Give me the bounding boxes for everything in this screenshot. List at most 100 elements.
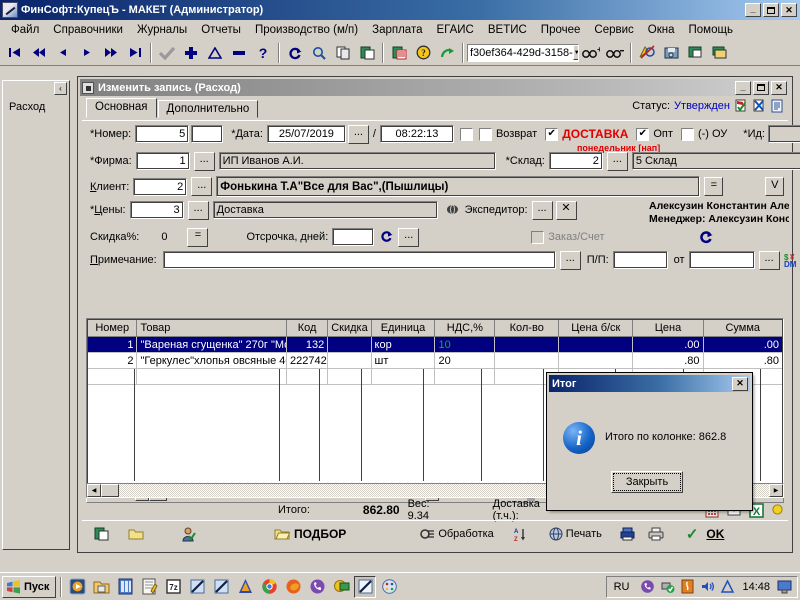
col-kod[interactable]: Код [285, 319, 329, 337]
col-edinica[interactable]: Единица [370, 319, 436, 337]
menu-item-directories[interactable]: Справочники [46, 22, 130, 38]
menu-item-file[interactable]: Файл [4, 22, 46, 38]
date-picker-button[interactable]: ... [347, 124, 369, 144]
7zip-icon[interactable]: 7z [162, 576, 184, 598]
table-row[interactable]: 1 "Вареная сгущенка" 270г "Мо 132 кор 10… [87, 336, 783, 353]
col-divider-10[interactable] [760, 369, 761, 481]
dialog-close-button[interactable]: ✕ [732, 376, 748, 391]
otsrochka-lookup-button[interactable]: ... [398, 227, 420, 247]
ou-checkbox[interactable] [680, 127, 694, 141]
person-check-icon[interactable] [182, 527, 196, 541]
table-row[interactable]: 2 "Геркулес"хлопья овсяные 40 222742 шт … [87, 352, 783, 369]
next-page-icon[interactable] [99, 42, 123, 64]
menu-item-production[interactable]: Производство (м/п) [248, 22, 365, 38]
vozvrat-checkbox[interactable] [478, 127, 492, 141]
tab-osnovnaya[interactable]: Основная [86, 98, 157, 118]
refresh-blue-icon[interactable] [699, 230, 713, 244]
minimize-button[interactable]: _ [745, 3, 761, 17]
no-search-icon[interactable] [635, 42, 659, 64]
menu-item-salary[interactable]: Зарплата [365, 22, 429, 38]
client-equals-button[interactable]: = [704, 177, 724, 196]
discount-equals-button[interactable]: = [187, 227, 209, 247]
expeditor-lookup-button[interactable]: ... [531, 200, 553, 220]
gear-list-icon[interactable] [420, 527, 435, 541]
col-cena-bsk[interactable]: Цена б/ск [558, 319, 634, 337]
media-player-icon[interactable] [66, 576, 88, 598]
paint-icon[interactable] [378, 576, 400, 598]
firm-code-input[interactable]: 1 [135, 152, 190, 170]
col-cena[interactable]: Цена [632, 319, 704, 337]
database-icon[interactable] [114, 576, 136, 598]
hscroll-thumb[interactable] [101, 484, 119, 497]
ok-check-icon[interactable]: ✓ [686, 525, 699, 543]
note-lookup-button[interactable]: ... [559, 250, 581, 270]
menu-item-reports[interactable]: Отчеты [194, 22, 248, 38]
next-record-icon[interactable] [75, 42, 99, 64]
usb-shield-icon[interactable] [659, 578, 676, 595]
triangle-icon[interactable] [719, 578, 736, 595]
opt-checkbox[interactable]: ✔ [636, 127, 650, 141]
ot-lookup-button[interactable]: ... [758, 250, 780, 270]
avast-icon[interactable] [234, 576, 256, 598]
kupec-icon[interactable] [354, 575, 377, 598]
time-checkbox[interactable] [459, 127, 473, 141]
sklad-lookup-button[interactable]: ... [606, 151, 628, 171]
col-divider-5[interactable] [423, 369, 424, 481]
time-input[interactable]: 08:22:13 [379, 125, 454, 143]
menu-item-journals[interactable]: Журналы [130, 22, 194, 38]
tab-dopolnitelno[interactable]: Дополнительно [157, 100, 259, 118]
add-plus-icon[interactable] [179, 42, 203, 64]
child-close-button[interactable]: ✕ [771, 80, 787, 95]
folder-open-icon[interactable] [274, 527, 290, 541]
col-divider-2[interactable] [279, 369, 280, 481]
date-input[interactable]: 25/07/2019 [266, 125, 346, 143]
amber-icon[interactable] [679, 578, 696, 595]
col-skidka[interactable]: Скидка [327, 319, 372, 337]
pp-input[interactable] [612, 251, 668, 269]
document-lines-icon[interactable] [770, 99, 784, 113]
print-label[interactable]: Печать [566, 528, 602, 540]
app-blue-icon[interactable] [186, 576, 208, 598]
sklad-code-input[interactable]: 2 [548, 152, 603, 170]
flag-cancel-icon[interactable] [752, 99, 766, 113]
col-divider-4[interactable] [361, 369, 362, 481]
search-magnifier-icon[interactable] [307, 42, 331, 64]
client-code-input[interactable]: 2 [133, 177, 188, 196]
client-lookup-button[interactable]: ... [191, 177, 213, 196]
ot-input[interactable] [688, 251, 755, 269]
prev-record-icon[interactable] [51, 42, 75, 64]
find-prev-icon[interactable] [603, 42, 627, 64]
number-input[interactable]: 5 [135, 125, 190, 143]
price-code-input[interactable]: 3 [129, 201, 184, 219]
printer-icon[interactable] [648, 527, 664, 541]
language-indicator[interactable]: RU [611, 581, 633, 593]
currency-icon[interactable]: $ ¥ DM [784, 253, 798, 268]
chrome-icon[interactable] [258, 576, 280, 598]
sidebar-collapse-button[interactable]: ‹ [54, 82, 67, 95]
restore-button[interactable] [763, 3, 779, 17]
price-lookup-button[interactable]: ... [187, 200, 209, 220]
note-input[interactable] [162, 251, 556, 269]
folder-icon[interactable] [128, 527, 144, 541]
col-divider-1[interactable] [134, 369, 135, 481]
refresh-small-icon[interactable] [380, 230, 394, 244]
firm-lookup-button[interactable]: ... [193, 151, 215, 171]
folder-save-icon[interactable] [90, 576, 112, 598]
copy-pages-icon[interactable] [331, 42, 355, 64]
money-icon[interactable] [330, 576, 352, 598]
taskbar-clock[interactable]: 14:48 [739, 581, 773, 593]
start-button[interactable]: Пуск [2, 575, 57, 598]
hscroll-right-button[interactable]: ▶ [769, 484, 783, 497]
list-red-icon[interactable] [387, 42, 411, 64]
menu-item-vetis[interactable]: ВЕТИС [481, 22, 534, 38]
col-nomer[interactable]: Номер [87, 319, 138, 337]
record-id-combo[interactable]: f30ef364-429d-3158- ▼ [467, 43, 579, 62]
menu-item-help[interactable]: Помощь [682, 22, 740, 38]
menu-item-service[interactable]: Сервис [587, 22, 640, 38]
prev-page-icon[interactable] [27, 42, 51, 64]
firefox-icon[interactable] [282, 576, 304, 598]
obrabotka-label[interactable]: Обработка [438, 528, 493, 540]
menu-item-windows[interactable]: Окна [641, 22, 682, 38]
col-divider-3[interactable] [319, 369, 320, 481]
find-next-icon[interactable]: + [579, 42, 603, 64]
